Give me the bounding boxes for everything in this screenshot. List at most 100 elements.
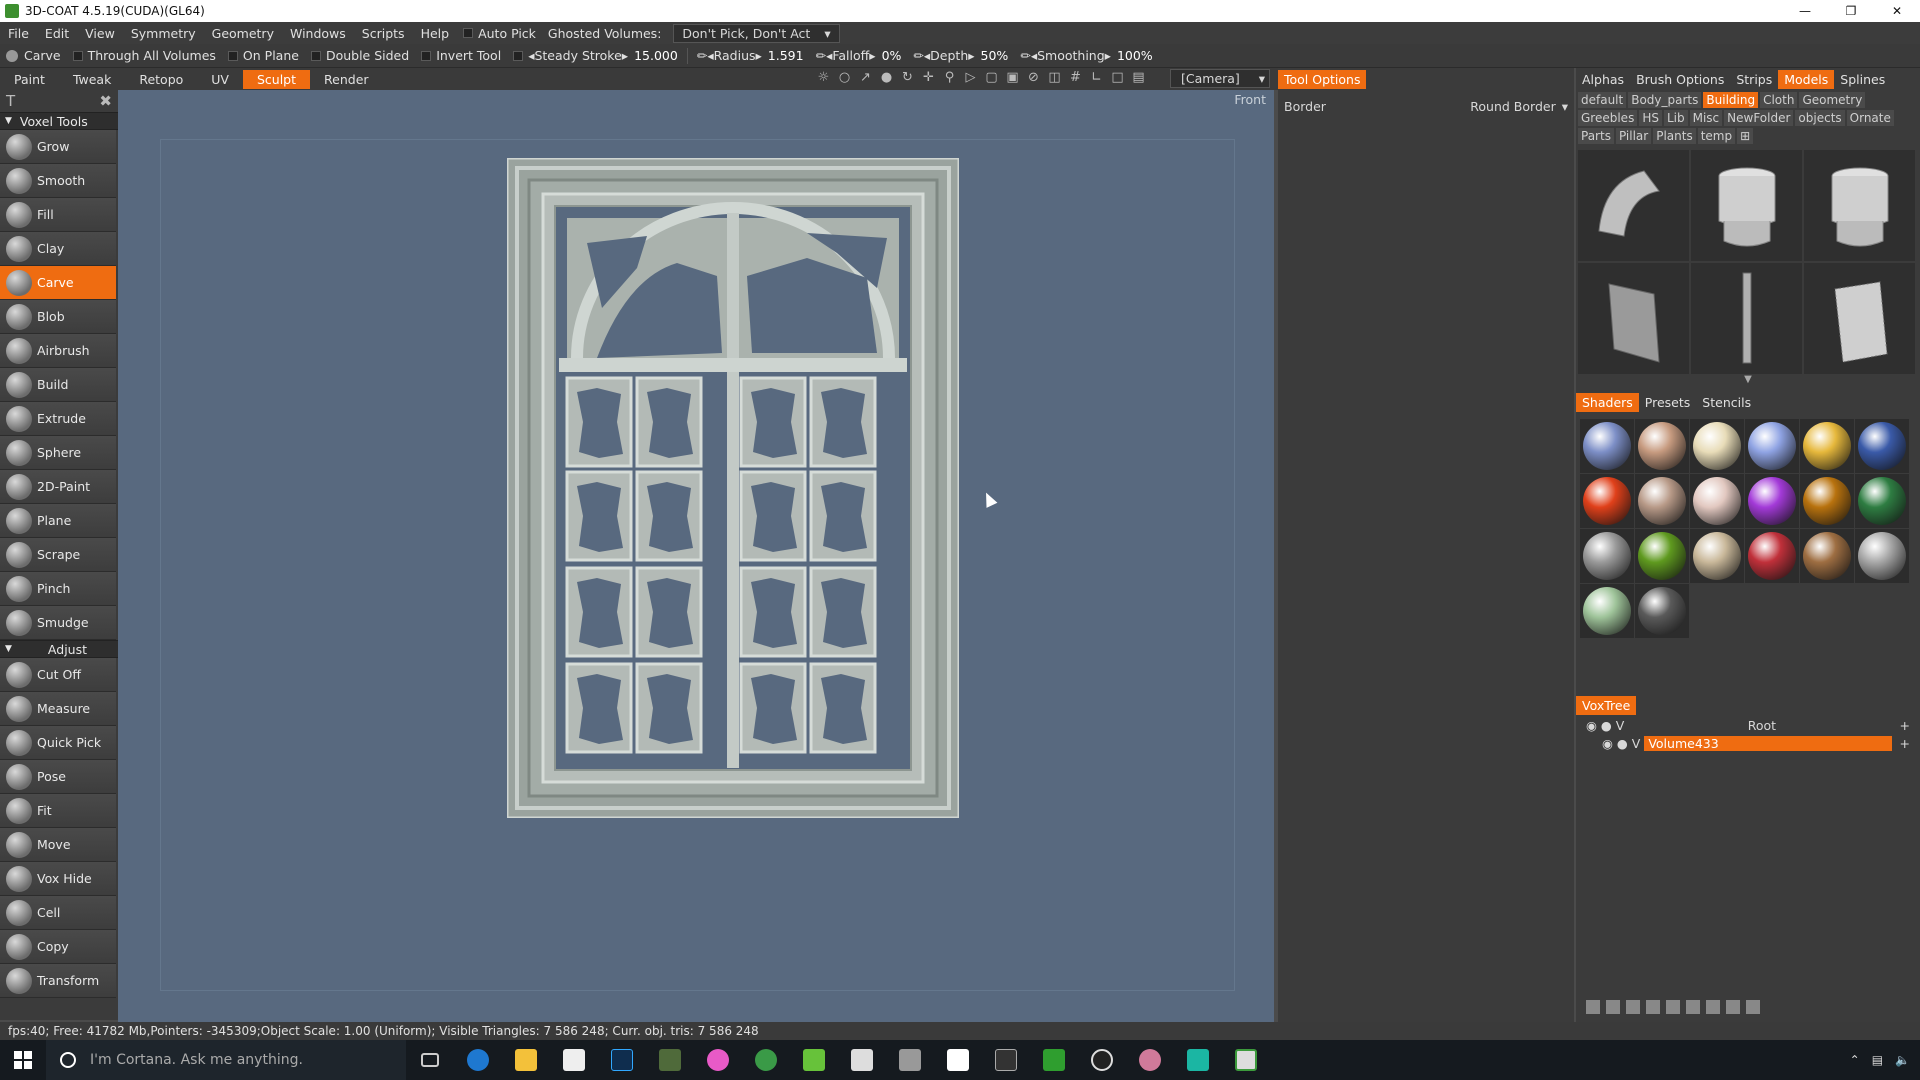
shader-swatch[interactable] [1800,529,1854,583]
category-objects[interactable]: objects [1795,110,1845,126]
axis-icon[interactable]: ∟ [1088,69,1105,86]
cube-icon[interactable]: ◫ [1046,69,1063,86]
shader-swatch[interactable] [1635,474,1689,528]
model-thumb-column-base[interactable] [1804,150,1915,261]
border-dropdown[interactable]: Round Border ▾ [1470,98,1568,114]
menu-windows[interactable]: Windows [282,26,354,41]
zoom-icon[interactable]: ⚲ [941,69,958,86]
image-icon[interactable]: ▤ [1130,69,1147,86]
room-sculpt[interactable]: Sculpt [242,69,311,89]
on-plane-checkbox[interactable]: On Plane [222,48,305,63]
app-icon-green[interactable] [646,1040,694,1080]
voxel-tools-section[interactable]: ▼ Voxel Tools [0,112,118,130]
3dcoat-icon[interactable] [790,1040,838,1080]
app-icon-c[interactable] [1030,1040,1078,1080]
tool-smudge[interactable]: Smudge [0,606,116,640]
sphere-icon[interactable] [1646,1000,1660,1014]
grid-icon[interactable]: # [1067,69,1084,86]
itunes-icon[interactable] [694,1040,742,1080]
tab-tool-options[interactable]: Tool Options [1278,69,1367,89]
tool-plane[interactable]: Plane [0,504,116,538]
category-hs[interactable]: HS [1639,110,1662,126]
tray-up-arrow-icon[interactable]: ⌃ [1850,1053,1860,1067]
shader-swatch[interactable] [1855,529,1909,583]
room-render[interactable]: Render [310,70,383,89]
steady-stroke-field[interactable]: ◂ Steady Stroke ▸ 15.000 [507,48,684,63]
category-newfolder[interactable]: NewFolder [1724,110,1794,126]
menu-file[interactable]: File [0,26,37,41]
camera-dropdown[interactable]: [Camera] ▾ [1170,69,1270,88]
tool-pinch[interactable]: Pinch [0,572,116,606]
category-building[interactable]: Building [1703,92,1759,108]
category-parts[interactable]: Parts [1578,128,1614,144]
tool-airbrush[interactable]: Airbrush [0,334,116,368]
current-tool[interactable]: Carve [0,48,67,63]
tab-alphas[interactable]: Alphas [1576,70,1630,89]
model-thumb-arch[interactable] [1578,150,1689,261]
tool-extrude[interactable]: Extrude [0,402,116,436]
eye-icon[interactable]: ◉ [1586,718,1597,733]
tool-smooth[interactable]: Smooth [0,164,116,198]
model-thumb-panel[interactable] [1578,263,1689,374]
voxtree-root-row[interactable]: ◉ ● V Root + [1576,716,1920,734]
chrome-icon[interactable] [742,1040,790,1080]
store-icon[interactable] [550,1040,598,1080]
shader-swatch[interactable] [1855,419,1909,473]
ghost-icon[interactable]: ● [1617,736,1628,751]
category-plants[interactable]: Plants [1653,128,1696,144]
shader-swatch[interactable] [1855,474,1909,528]
unreal-icon[interactable] [1078,1040,1126,1080]
app-icon-brain[interactable] [1126,1040,1174,1080]
bulb-icon[interactable]: ○ [836,69,853,86]
tab-brush-options[interactable]: Brush Options [1630,70,1730,89]
shader-swatch[interactable] [1635,529,1689,583]
app-icon-image[interactable] [934,1040,982,1080]
tool-sphere[interactable]: Sphere [0,436,116,470]
tool-build[interactable]: Build [0,368,116,402]
tab-models[interactable]: Models [1778,69,1835,89]
eye-icon[interactable]: ◉ [1602,736,1613,751]
tab-voxtree[interactable]: VoxTree [1576,695,1637,715]
room-paint[interactable]: Paint [0,70,59,89]
ghost-icon[interactable]: ● [1601,718,1612,733]
epic-games-icon[interactable] [982,1040,1030,1080]
category-pillar[interactable]: Pillar [1615,128,1652,144]
tab-strips[interactable]: Strips [1730,70,1778,89]
shader-swatch[interactable] [1745,474,1799,528]
pin-icon[interactable]: ✖ [99,92,112,110]
tab-splines[interactable]: Splines [1834,70,1891,89]
shader-swatch[interactable] [1800,474,1854,528]
tool-blob[interactable]: Blob [0,300,116,334]
menu-view[interactable]: View [77,26,123,41]
tool-clay[interactable]: Clay [0,232,116,266]
tool-measure[interactable]: Measure [0,692,116,726]
menu-symmetry[interactable]: Symmetry [123,26,204,41]
no-icon[interactable]: ⊘ [1025,69,1042,86]
tool-transform[interactable]: Transform [0,964,116,998]
rotate-icon[interactable]: ↻ [899,69,916,86]
photoshop-icon[interactable] [598,1040,646,1080]
tool-move[interactable]: Move [0,828,116,862]
merge-icon[interactable] [1686,1000,1700,1014]
cortana-search[interactable]: I'm Cortana. Ask me anything. [46,1040,406,1080]
shader-swatch[interactable] [1745,419,1799,473]
fit-selected-icon[interactable]: ▣ [1004,69,1021,86]
tool-copy[interactable]: Copy [0,930,116,964]
category-cloth[interactable]: Cloth [1760,92,1798,108]
app-icon-teal[interactable] [1174,1040,1222,1080]
new-volume-icon[interactable] [1586,1000,1600,1014]
shader-swatch[interactable] [1635,584,1689,638]
delete-icon[interactable] [1606,1000,1620,1014]
duplicate-icon[interactable] [1666,1000,1680,1014]
shader-swatch[interactable] [1690,529,1744,583]
shader-swatch[interactable] [1635,419,1689,473]
tab-stencils[interactable]: Stencils [1696,393,1757,412]
scroll-down-icon[interactable]: ▼ [1576,374,1920,385]
tab-shaders[interactable]: Shaders [1576,392,1639,412]
category-body-parts[interactable]: Body_parts [1628,92,1702,108]
drop-icon[interactable]: ● [878,69,895,86]
menu-scripts[interactable]: Scripts [354,26,413,41]
app-icon-c2[interactable] [1222,1040,1270,1080]
shader-swatch[interactable] [1580,529,1634,583]
menu-help[interactable]: Help [413,26,458,41]
